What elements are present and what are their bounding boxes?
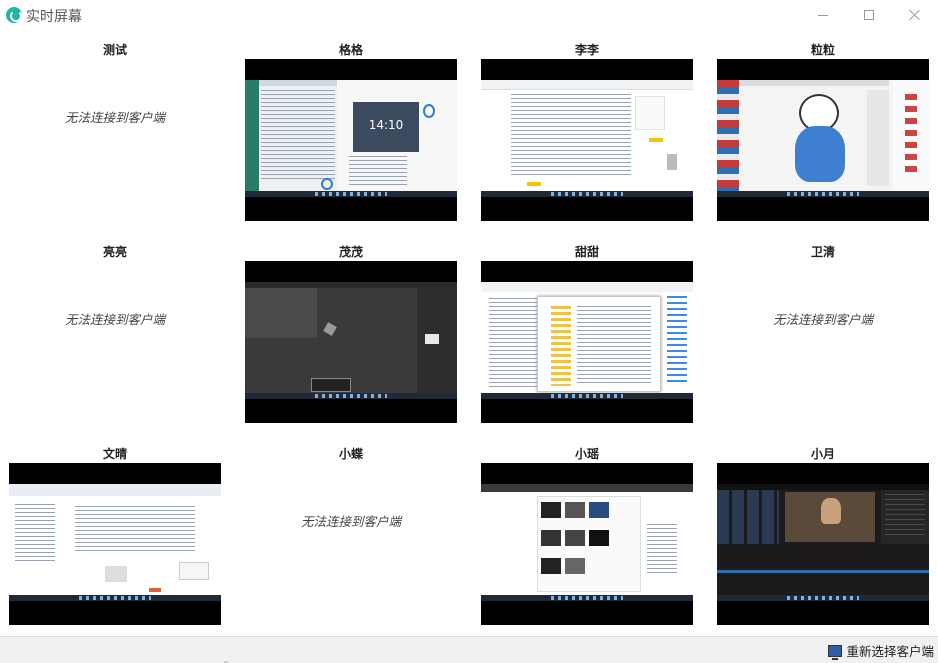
client-name: 小瑶 bbox=[574, 447, 599, 461]
client-name: 卫清 bbox=[810, 245, 835, 259]
client-tile[interactable]: 小月 bbox=[717, 446, 929, 632]
maximize-icon bbox=[864, 10, 874, 20]
client-name: 格格 bbox=[338, 43, 363, 57]
client-name: 测试 bbox=[102, 43, 127, 57]
client-tile[interactable]: 亮亮 无法连接到客户端 bbox=[9, 244, 221, 430]
client-name: 文晴 bbox=[102, 447, 127, 461]
minimize-icon bbox=[818, 14, 828, 16]
client-tile[interactable]: 测试 无法连接到客户端 bbox=[9, 42, 221, 228]
client-tile[interactable]: 粒粒 bbox=[717, 42, 929, 228]
title-bar: 实时屏幕 bbox=[0, 0, 938, 30]
screen-thumbnail[interactable] bbox=[481, 59, 693, 221]
client-tile[interactable]: 格格 14:10 bbox=[245, 42, 457, 228]
client-tile[interactable]: 茂茂 bbox=[245, 244, 457, 430]
screen-thumbnail[interactable] bbox=[481, 463, 693, 625]
client-name: 茂茂 bbox=[338, 245, 363, 259]
screen-thumbnail[interactable] bbox=[717, 463, 929, 625]
window-title: 实时屏幕 bbox=[26, 9, 82, 25]
client-tile[interactable]: 小蝶 无法连接到客户端 bbox=[245, 446, 457, 632]
client-tile[interactable]: 文晴 bbox=[9, 446, 221, 632]
client-name: 小月 bbox=[810, 447, 835, 461]
connection-error-text: 无法连接到客户端 bbox=[64, 312, 165, 327]
maximize-button[interactable] bbox=[846, 2, 892, 28]
client-clock: 14:10 bbox=[368, 118, 404, 132]
minimize-button[interactable] bbox=[800, 2, 846, 28]
app-logo-icon bbox=[6, 7, 22, 23]
monitor-icon bbox=[828, 644, 843, 660]
close-icon bbox=[909, 9, 921, 21]
screen-thumbnail[interactable] bbox=[717, 59, 929, 221]
client-name: 李李 bbox=[574, 43, 599, 57]
client-name: 小蝶 bbox=[338, 447, 363, 461]
client-tile[interactable]: 卫清 无法连接到客户端 bbox=[717, 244, 929, 430]
screen-thumbnail[interactable] bbox=[481, 261, 693, 423]
client-tile[interactable]: 甜甜 bbox=[481, 244, 693, 430]
reselect-client-label: 重新选择客户端 bbox=[846, 644, 934, 659]
client-tile[interactable]: 小瑶 bbox=[481, 446, 693, 632]
client-name: 亮亮 bbox=[102, 245, 127, 259]
connection-error-text: 无法连接到客户端 bbox=[300, 514, 401, 529]
close-button[interactable] bbox=[892, 2, 938, 28]
screen-thumbnail[interactable] bbox=[9, 463, 221, 625]
connection-error-text: 无法连接到客户端 bbox=[772, 312, 873, 327]
screen-thumbnail[interactable]: 14:10 bbox=[245, 59, 457, 221]
client-name: 甜甜 bbox=[574, 245, 599, 259]
client-name: 粒粒 bbox=[810, 43, 835, 57]
reselect-client-button[interactable]: 重新选择客户端 bbox=[828, 641, 934, 660]
client-tile[interactable]: 李李 bbox=[481, 42, 693, 228]
connection-error-text: 无法连接到客户端 bbox=[64, 110, 165, 125]
screen-thumbnail[interactable] bbox=[245, 261, 457, 423]
status-bar: 重新选择客户端 bbox=[0, 636, 938, 663]
